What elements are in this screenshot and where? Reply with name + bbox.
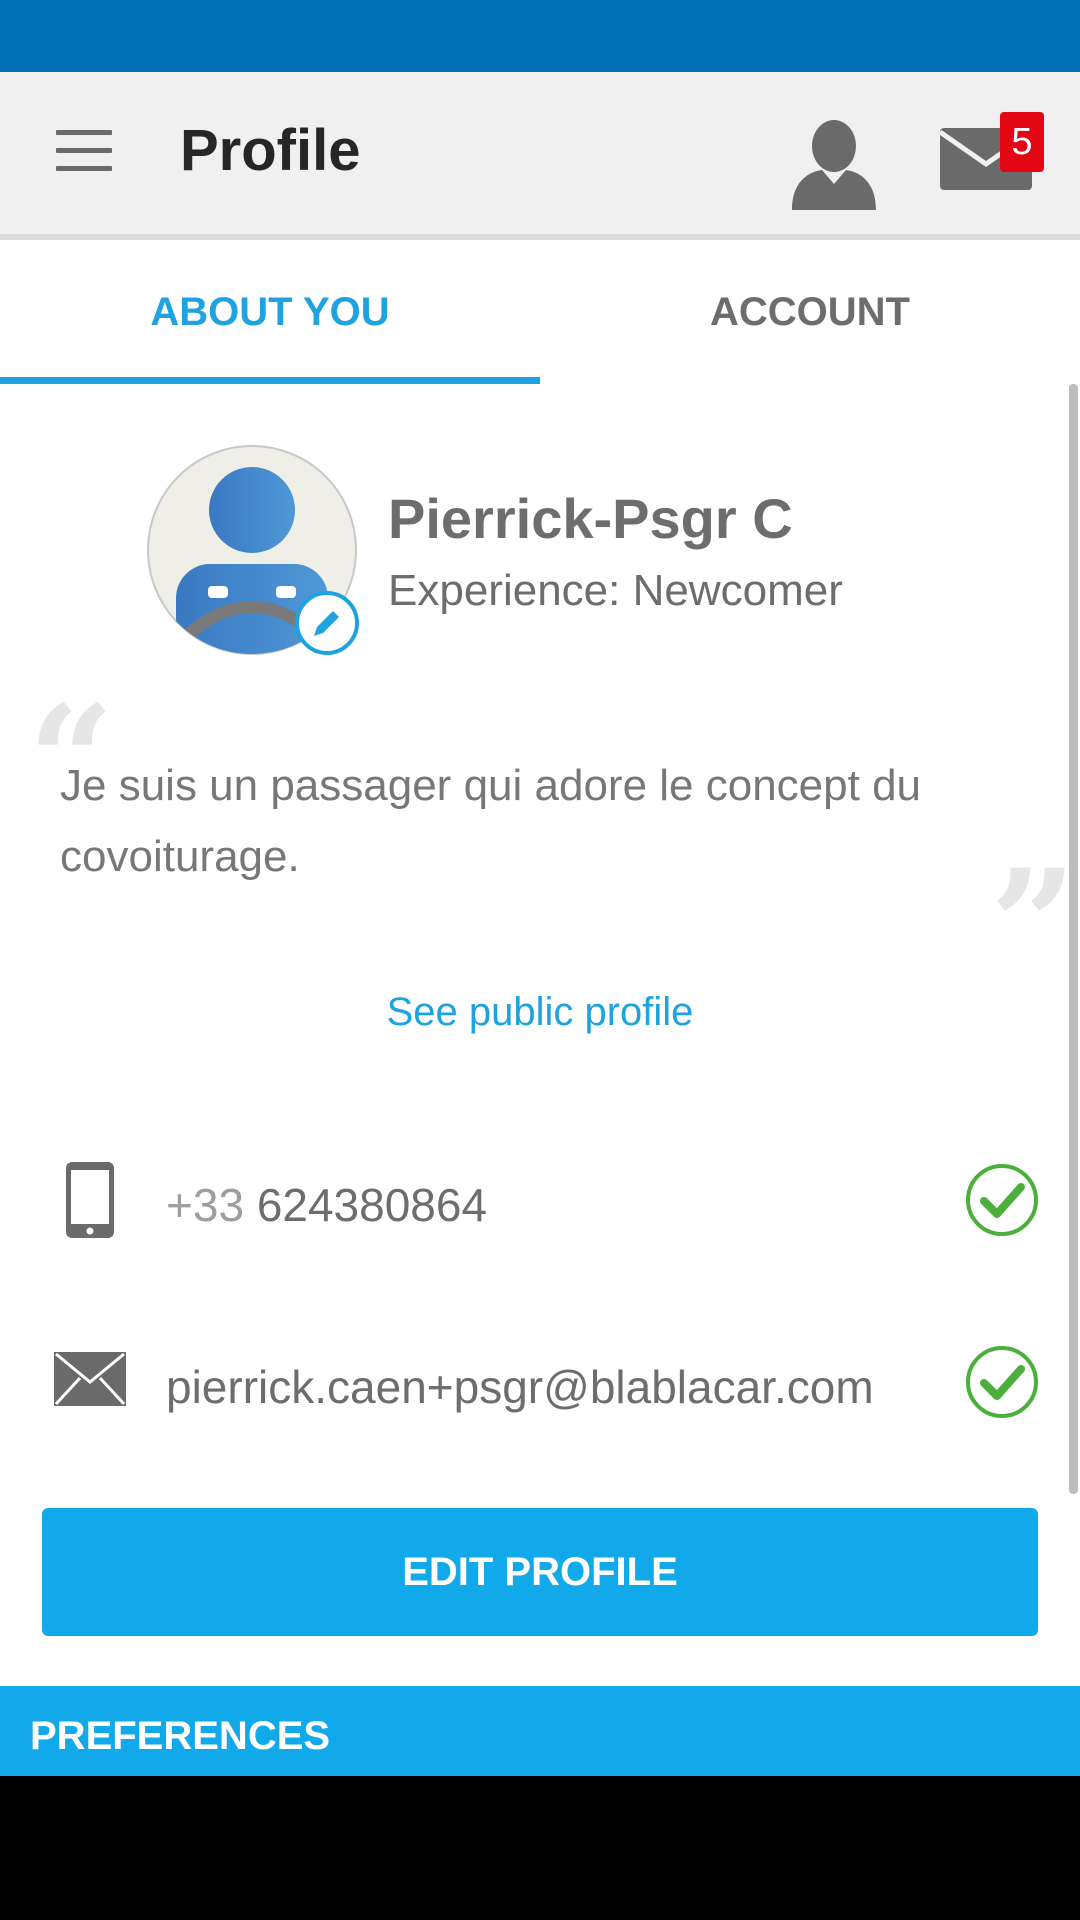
tab-bar: ABOUT YOU ACCOUNT bbox=[0, 240, 1080, 384]
page-title: Profile bbox=[180, 118, 361, 183]
email-row: pierrick.caen+psgr@blablacar.com bbox=[0, 1324, 1080, 1444]
phone-number: +33 624380864 bbox=[166, 1178, 487, 1232]
phone-digits: 624380864 bbox=[256, 1179, 488, 1231]
messages-button[interactable]: 5 bbox=[930, 100, 1044, 210]
edit-profile-button[interactable]: EDIT PROFILE bbox=[42, 1508, 1038, 1636]
tab-account[interactable]: ACCOUNT bbox=[540, 240, 1080, 384]
unread-badge: 5 bbox=[1000, 112, 1044, 172]
quote-close-icon: ” bbox=[990, 837, 1077, 1013]
see-public-profile-link[interactable]: See public profile bbox=[0, 990, 1080, 1035]
envelope-icon bbox=[54, 1352, 126, 1406]
status-bar bbox=[0, 0, 1080, 72]
check-circle-icon bbox=[966, 1346, 1038, 1418]
tab-indicator bbox=[0, 377, 540, 384]
experience-level: Experience: Newcomer bbox=[388, 566, 843, 615]
phone-icon bbox=[66, 1162, 114, 1238]
profile-name: Pierrick-Psgr C bbox=[388, 487, 793, 550]
bio-text: Je suis un passager qui adore le concept… bbox=[60, 761, 922, 881]
phone-row: +33 624380864 bbox=[0, 1140, 1080, 1260]
avatar[interactable] bbox=[146, 444, 360, 656]
preferences-header[interactable]: PREFERENCES bbox=[0, 1686, 1080, 1776]
navigation-bar bbox=[0, 1776, 1080, 1920]
user-icon[interactable] bbox=[786, 114, 882, 210]
edit-pencil-icon[interactable] bbox=[294, 590, 360, 656]
check-circle-icon bbox=[966, 1164, 1038, 1236]
phone-prefix: +33 bbox=[166, 1179, 245, 1231]
profile-content: ABOUT YOU ACCOUNT Pierrick-Psgr C Experi… bbox=[0, 240, 1080, 1776]
email-address: pierrick.caen+psgr@blablacar.com bbox=[166, 1361, 874, 1413]
tab-about-you[interactable]: ABOUT YOU bbox=[0, 240, 540, 384]
menu-icon[interactable] bbox=[48, 130, 120, 178]
app-bar: Profile 5 bbox=[0, 72, 1080, 234]
preferences-title: PREFERENCES bbox=[30, 1714, 331, 1758]
